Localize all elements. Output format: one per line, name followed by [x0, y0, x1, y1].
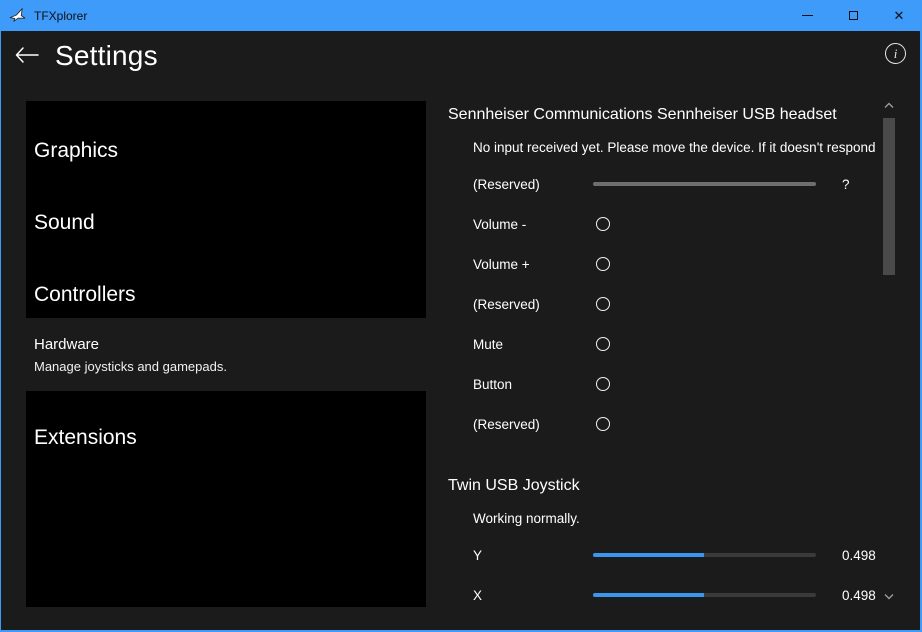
control-label: Button [473, 377, 593, 392]
axis-slider [593, 182, 816, 186]
axis-value: 0.498 [842, 548, 876, 563]
device-section-twin-usb-joystick: Twin USB Joystick Working normally. Y 0.498… [448, 476, 884, 615]
button-indicator [596, 417, 610, 431]
window-title: TFXplorer [34, 9, 87, 23]
control-label: (Reserved) [473, 417, 593, 432]
device-section-sennheiser-communications-sennheiser-usb-headset: Sennheiser Communications Sennheiser USB… [448, 105, 884, 444]
control-row-reserved: (Reserved) [448, 284, 884, 324]
axis-slider-fill [593, 553, 704, 557]
control-label: Mute [473, 337, 593, 352]
scrollbar-thumb[interactable] [883, 118, 895, 275]
control-row-reserved: (Reserved) [448, 404, 884, 444]
titlebar: TFXplorer ✕ [0, 0, 922, 31]
minimize-button[interactable] [784, 0, 830, 31]
axis-value: 0.498 [842, 588, 876, 603]
control-label: Volume - [473, 217, 593, 232]
page-title: Settings [55, 40, 158, 72]
maximize-icon [849, 11, 858, 20]
control-label: Y [473, 548, 593, 563]
back-arrow-icon [14, 45, 40, 65]
sidebar-category-list-2: Extensions [26, 391, 426, 607]
button-indicator [596, 377, 610, 391]
close-button[interactable]: ✕ [876, 0, 922, 31]
axis-value: ? [842, 177, 850, 192]
control-row-y: Y 0.498 [448, 535, 884, 575]
scroll-up-icon[interactable] [884, 102, 894, 109]
button-indicator [596, 337, 610, 351]
device-status: Working normally. [473, 510, 884, 528]
control-label: X [473, 588, 593, 603]
device-controls: Y 0.498 X 0.498 [448, 535, 884, 615]
control-label: (Reserved) [473, 177, 593, 192]
scrollbar[interactable] [882, 100, 896, 608]
maximize-button[interactable] [830, 0, 876, 31]
info-button[interactable]: i [885, 43, 906, 64]
axis-slider [593, 553, 816, 557]
sidebar-item-sound[interactable]: Sound [26, 187, 426, 259]
button-indicator [596, 257, 610, 271]
device-name: Sennheiser Communications Sennheiser USB… [448, 105, 884, 125]
app-icon [9, 7, 26, 24]
sidebar-category-list: GraphicsSoundControllers [26, 101, 426, 318]
control-label: Volume + [473, 257, 593, 272]
sidebar-item-extensions[interactable]: Extensions [26, 402, 426, 474]
control-label: (Reserved) [473, 297, 593, 312]
sidebar-item-subtitle: Manage joysticks and gamepads. [34, 359, 426, 375]
control-row-volume: Volume - [448, 204, 884, 244]
back-button[interactable] [14, 45, 40, 65]
sidebar-item-graphics[interactable]: Graphics [26, 115, 426, 187]
button-indicator [596, 297, 610, 311]
sidebar-item-hardware[interactable]: Hardware Manage joysticks and gamepads. [26, 330, 426, 381]
control-row-mute: Mute [448, 324, 884, 364]
control-row-button: Button [448, 364, 884, 404]
button-indicator [596, 217, 610, 231]
device-name: Twin USB Joystick [448, 476, 884, 496]
sidebar-item-controllers[interactable]: Controllers [26, 259, 426, 318]
device-controls: (Reserved)? Volume - Volume + (Reserved) Mut… [448, 164, 884, 444]
control-row-reserved: (Reserved)? [448, 164, 884, 204]
scroll-down-icon[interactable] [884, 593, 894, 600]
device-panel: Sennheiser Communications Sennheiser USB… [448, 31, 884, 632]
control-row-volume: Volume + [448, 244, 884, 284]
close-icon: ✕ [894, 9, 905, 22]
axis-slider-fill [593, 593, 704, 597]
sidebar-item-title: Hardware [34, 336, 426, 354]
app-window: TFXplorer ✕ Settings i GraphicsSoundCont… [0, 0, 922, 632]
info-icon: i [894, 46, 898, 62]
minimize-icon [802, 15, 813, 16]
device-status: No input received yet. Please move the d… [473, 139, 884, 157]
axis-slider [593, 593, 816, 597]
control-row-x: X 0.498 [448, 575, 884, 615]
